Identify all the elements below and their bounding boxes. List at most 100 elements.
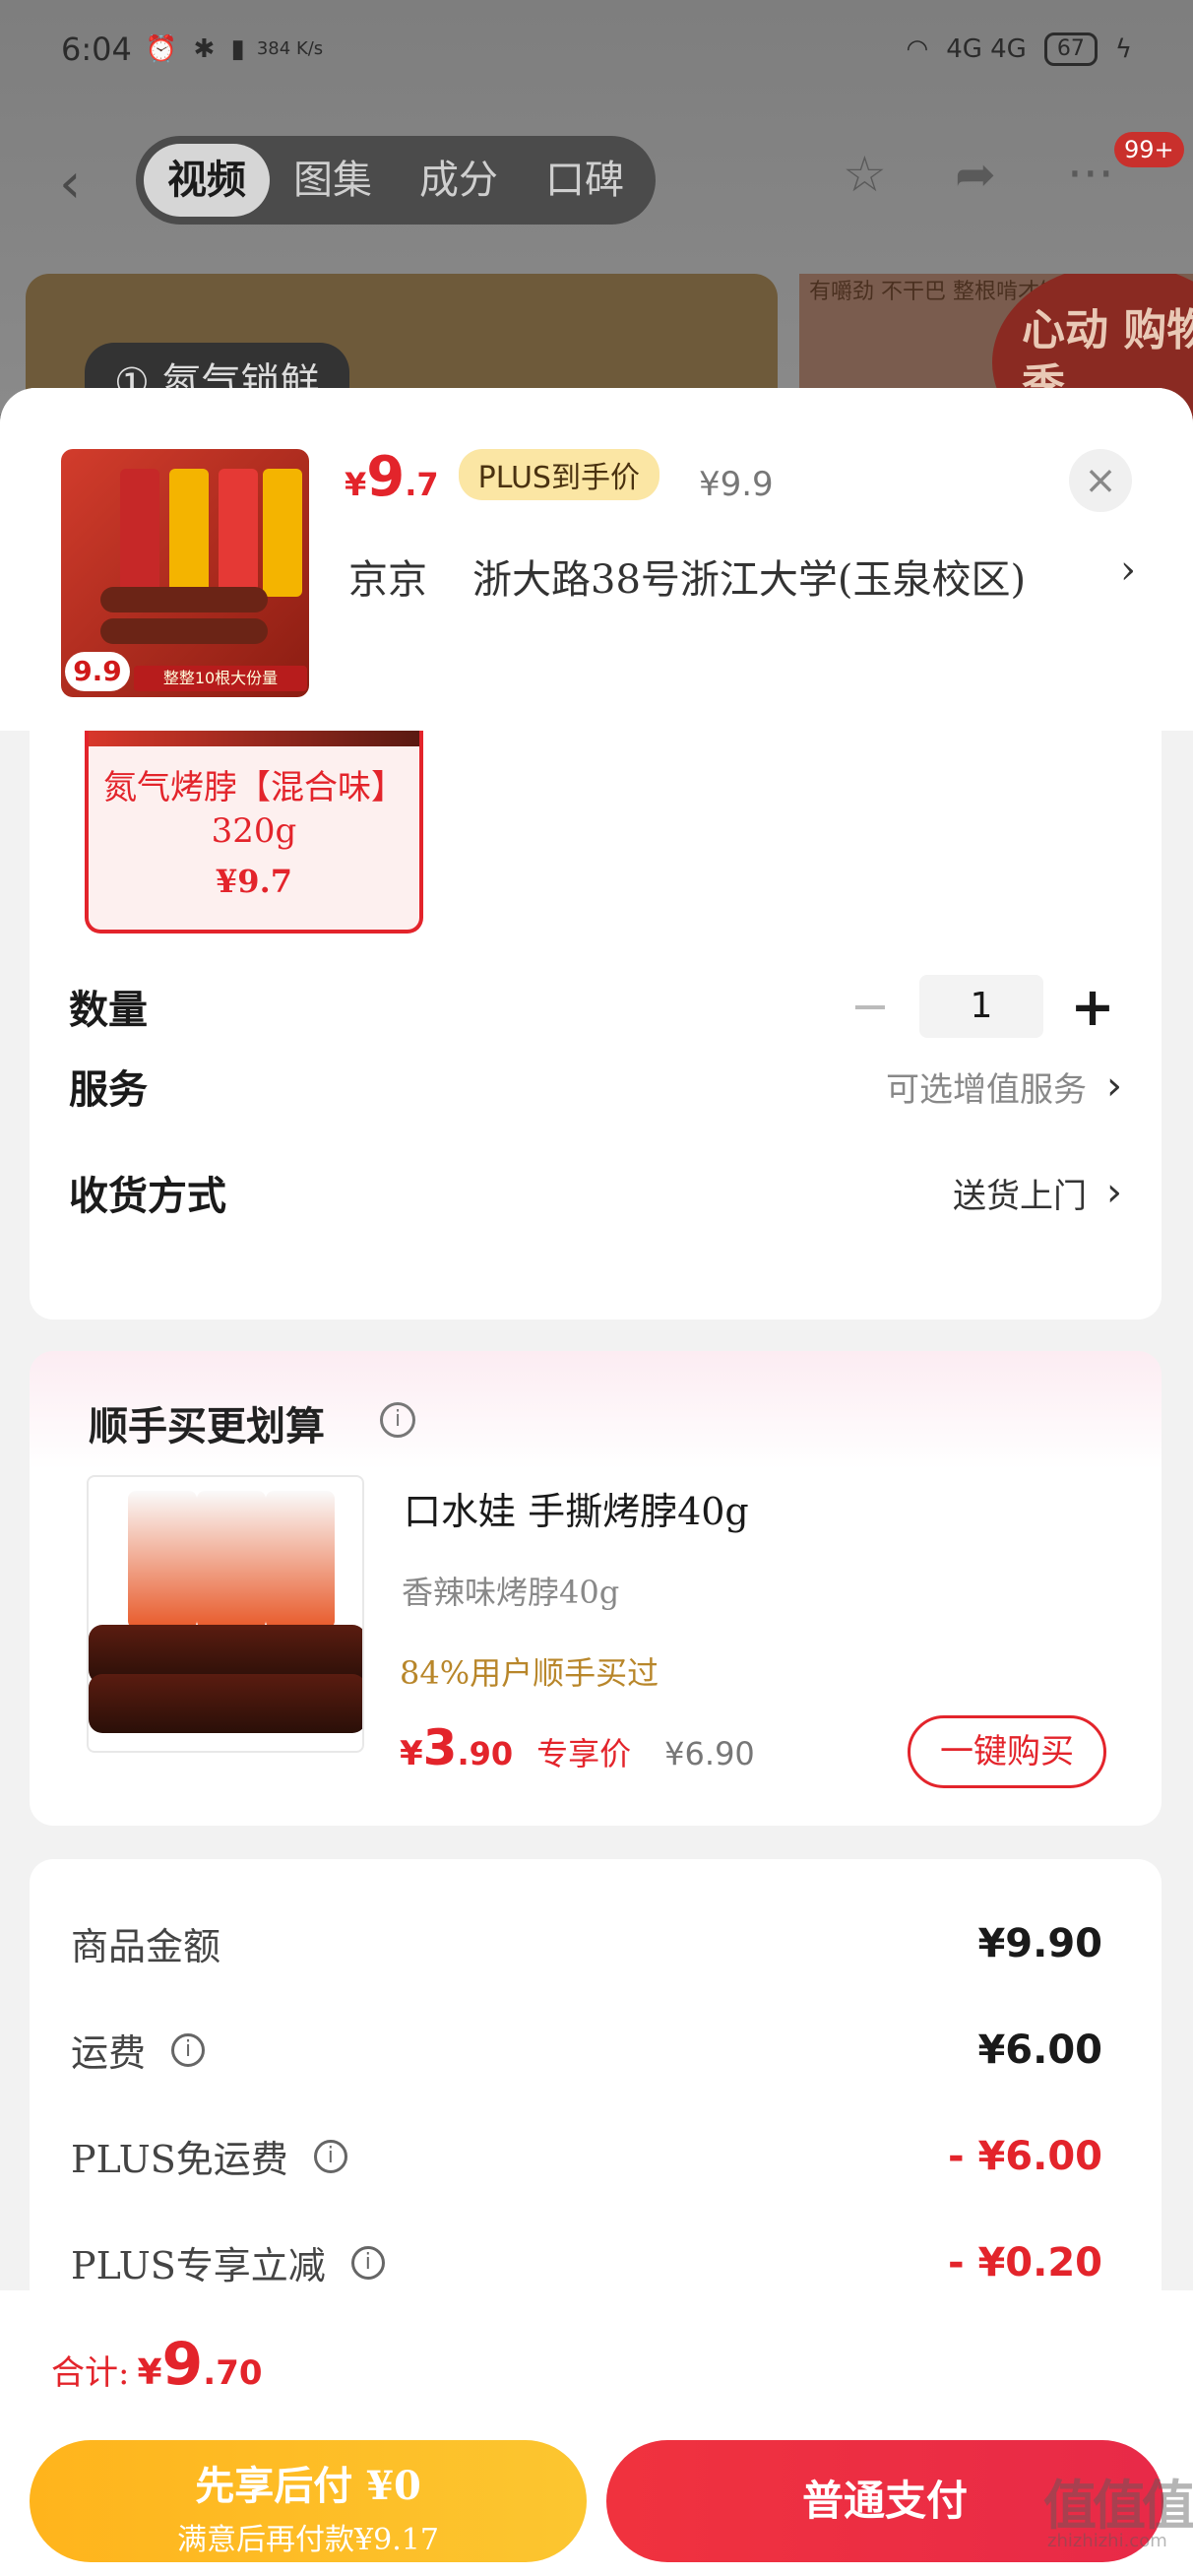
pay-later-title: 先享后付 ¥0 [195,2463,421,2509]
quantity-input[interactable]: 1 [919,975,1043,1038]
total-integer: 9 [161,2330,204,2399]
share-icon[interactable]: ➦ [955,146,996,203]
package-image [219,469,258,597]
fee-label: 运费 [71,2031,147,2075]
bottom-bar: 合计: ¥ 9 .70 先享后付 ¥0 满意后再付款¥9.17 普通支付 [0,2290,1193,2576]
service-label: 服务 [69,1067,148,1113]
media-tabs: 视频 图集 成分 口碑 [136,136,656,225]
addon-desc: 香辣味烤脖40g [402,1574,620,1611]
meat-stick-image [100,587,268,612]
info-icon[interactable]: i [313,2139,347,2173]
back-icon[interactable]: ‹ [59,152,81,216]
info-icon[interactable]: i [350,2245,385,2280]
favorite-star-icon[interactable]: ☆ [843,146,887,203]
package-image [120,469,159,597]
total-currency: ¥ [137,2352,162,2393]
chevron-right-icon: › [1120,547,1136,593]
service-value: 可选增值服务 [886,1069,1087,1110]
network-speed: 384 K/s [256,38,324,59]
delivery-value: 送货上门 [953,1176,1087,1216]
address-city: 京京 [348,557,427,603]
top-navigation: ‹ 视频 图集 成分 口碑 ☆ ➦ ··· 99+ [0,126,1193,234]
watermark: 值值值 [1043,2475,1193,2537]
addon-buyers: 84%用户顺手买过 [400,1654,659,1692]
fee-value: ¥6.00 [977,2027,1102,2073]
addon-original-price: ¥6.90 [664,1735,755,1772]
addon-price-integer: 3 [422,1719,458,1776]
thumb-bar: 整整10根大份量 [134,666,307,691]
status-icons: ⏰ ✱ ▮ [145,34,249,64]
total-decimal: .70 [203,2353,263,2393]
close-icon[interactable]: × [1069,449,1132,512]
package-image [263,469,302,597]
status-time: 6:04 [61,31,132,68]
watermark-url: zhizhizhi.com [1047,2531,1167,2551]
cart-badge: 99+ [1114,132,1184,167]
addon-card: 顺手买更划算 i 口水娃 手撕烤脖40g 香辣味烤脖40g 84%用户顺手买过 … [30,1351,1162,1826]
fee-row: PLUS免运费 i - ¥6.00 [71,2129,1102,2183]
original-price: ¥9.9 [698,465,774,504]
info-icon[interactable]: i [380,1402,415,1438]
fee-summary-card: 商品金额 ¥9.90 运费 i ¥6.00 PLUS免运费 i - ¥6.00 … [30,1859,1162,2351]
quantity-stepper: − 1 + [841,975,1122,1038]
tab-ingredients[interactable]: 成分 [396,144,522,217]
thumb-price-pill: 9.9 [65,652,130,691]
product-thumbnail: 9.9 整整10根大份量 [61,449,309,697]
one-click-buy-button[interactable]: 一键购买 [908,1715,1106,1788]
service-row[interactable]: 服务 可选增值服务 › [69,1058,1122,1115]
price-decimal: .7 [405,466,439,503]
purchase-sheet: 9.9 整整10根大份量 ¥ 9 .7 PLUS到手价 ¥9.9 × 京京 浙大… [0,388,1193,2576]
fee-value: - ¥6.00 [947,2133,1102,2179]
fee-value: - ¥0.20 [947,2239,1102,2286]
fee-row: 商品金额 ¥9.90 [71,1916,1102,1970]
meat-stick-image [100,618,268,644]
quantity-row: 数量 − 1 + [69,975,1122,1038]
package-image [169,469,209,597]
meat-stick-image [89,1674,362,1733]
total-amount: 合计: ¥ 9 .70 [51,2330,263,2399]
package-image [128,1491,197,1629]
addon-title: 顺手买更划算 [89,1404,325,1449]
addon-name[interactable]: 口水娃 手撕烤脖40g [404,1481,749,1535]
battery-icon: 67 [1043,32,1098,66]
addon-product-image[interactable] [87,1475,364,1753]
delivery-method-row[interactable]: 收货方式 送货上门 › [69,1164,1122,1221]
wifi-icon: ◠ [906,34,929,64]
status-bar: 6:04 ⏰ ✱ ▮ 384 K/s ◠ 4G 4G 67 ϟ [0,0,1193,98]
fee-label: 商品金额 [71,1925,221,1968]
total-label: 合计: [51,2353,130,2393]
addon-price-row: ¥ 3 .90 专享价 ¥6.90 [400,1719,755,1776]
info-icon[interactable]: i [171,2032,206,2067]
addon-exclusive-label: 专享价 [536,1735,632,1772]
spec-price: ¥9.7 [216,863,292,900]
pay-later-subtitle: 满意后再付款¥9.17 [177,2523,439,2557]
spec-option-selected[interactable]: 氮气烤脖【混合味】 320g ¥9.7 [85,731,423,934]
fee-value: ¥9.90 [977,1920,1102,1966]
delivery-address[interactable]: 京京 浙大路38号浙江大学(玉泉校区) › [348,547,1136,605]
plus-icon[interactable]: + [1063,976,1122,1038]
spec-name: 氮气烤脖【混合味】 320g [103,768,405,851]
package-image [266,1491,335,1629]
chevron-right-icon: › [1106,1170,1122,1215]
pay-later-button[interactable]: 先享后付 ¥0 满意后再付款¥9.17 [30,2440,587,2562]
minus-icon[interactable]: − [841,979,900,1034]
package-image [197,1491,266,1629]
addon-currency: ¥ [400,1734,423,1773]
signal-icon: 4G 4G [946,34,1027,64]
price-row: ¥ 9 .7 PLUS到手价 ¥9.9 [345,445,774,509]
more-icon[interactable]: ··· [1067,146,1114,203]
fee-row: 运费 i ¥6.00 [71,2023,1102,2077]
tab-video[interactable]: 视频 [144,144,270,217]
address-detail: 浙大路38号浙江大学(玉泉校区) [472,557,1027,603]
tab-reviews[interactable]: 口碑 [522,144,648,217]
fee-label: PLUS免运费 [71,2138,288,2181]
chevron-right-icon: › [1106,1063,1122,1109]
quantity-label: 数量 [69,988,148,1033]
delivery-label: 收货方式 [69,1174,226,1219]
options-card: 氮气烤脖【混合味】 320g ¥9.7 数量 − 1 + 服务 可选增值服务 ›… [30,731,1162,1320]
tab-gallery[interactable]: 图集 [270,144,396,217]
sheet-header: 9.9 整整10根大份量 ¥ 9 .7 PLUS到手价 ¥9.9 × 京京 浙大… [0,388,1193,731]
charging-icon: ϟ [1114,34,1132,64]
price-currency: ¥ [345,466,367,503]
spec-image-strip [89,731,419,746]
